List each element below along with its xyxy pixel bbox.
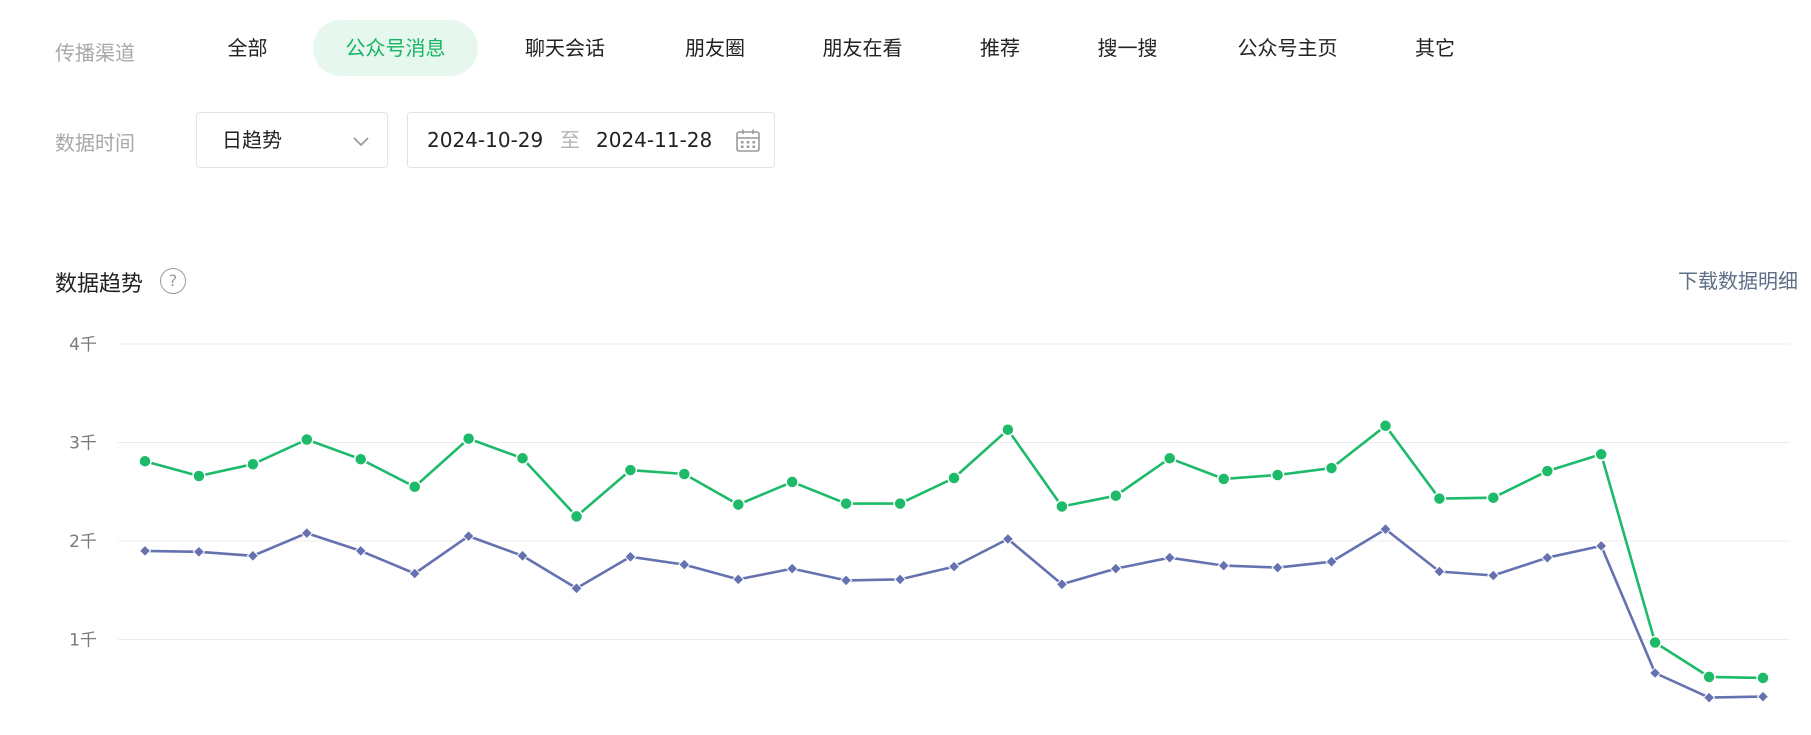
help-icon[interactable]: ? bbox=[160, 268, 186, 294]
y-tick-label: 3千 bbox=[69, 434, 97, 454]
granularity-value: 日趋势 bbox=[222, 128, 282, 152]
series-line-1 bbox=[144, 527, 1764, 699]
data-point-s1-28[interactable] bbox=[1648, 666, 1662, 680]
data-point-s1-18[interactable] bbox=[1109, 562, 1123, 575]
series-line-0 bbox=[144, 424, 1764, 680]
data-point-s0-2[interactable] bbox=[246, 457, 260, 471]
y-tick-label: 2千 bbox=[69, 532, 97, 552]
data-point-s0-12[interactable] bbox=[785, 475, 799, 489]
data-point-s1-21[interactable] bbox=[1271, 561, 1284, 574]
data-point-s0-30[interactable] bbox=[1756, 671, 1770, 685]
tab-recommend[interactable]: 推荐 bbox=[960, 20, 1040, 76]
data-point-s0-20[interactable] bbox=[1216, 472, 1231, 486]
tab-chat[interactable]: 聊天会话 bbox=[505, 20, 625, 76]
data-point-s0-4[interactable] bbox=[353, 452, 368, 466]
y-tick-label: 1千 bbox=[69, 631, 97, 651]
tab-other[interactable]: 其它 bbox=[1395, 20, 1475, 76]
data-point-s1-12[interactable] bbox=[785, 562, 799, 575]
data-point-s1-13[interactable] bbox=[839, 574, 853, 587]
section-title: 数据趋势 bbox=[55, 272, 144, 297]
granularity-select[interactable]: 日趋势 bbox=[196, 112, 388, 168]
data-point-s0-6[interactable] bbox=[461, 431, 476, 446]
data-point-s0-14[interactable] bbox=[893, 496, 907, 511]
data-point-s1-19[interactable] bbox=[1163, 551, 1176, 564]
data-point-s1-30[interactable] bbox=[1756, 690, 1770, 703]
data-point-s0-10[interactable] bbox=[677, 467, 692, 481]
data-point-s1-3[interactable] bbox=[300, 526, 314, 540]
data-point-s1-27[interactable] bbox=[1594, 539, 1608, 553]
chart-y-ticks: 1千 2千 3千 4千 bbox=[69, 335, 97, 651]
data-point-s0-9[interactable] bbox=[623, 463, 638, 477]
calendar-icon bbox=[736, 129, 760, 152]
data-point-s0-8[interactable] bbox=[569, 509, 584, 524]
data-point-s0-17[interactable] bbox=[1055, 499, 1069, 514]
data-point-s1-22[interactable] bbox=[1325, 555, 1338, 568]
data-point-s1-15[interactable] bbox=[947, 560, 961, 573]
data-point-s0-21[interactable] bbox=[1270, 468, 1285, 482]
data-point-s1-29[interactable] bbox=[1702, 691, 1716, 704]
date-end[interactable]: 2024-11-28 bbox=[596, 113, 712, 167]
data-point-s1-10[interactable] bbox=[678, 558, 691, 571]
data-point-s1-2[interactable] bbox=[246, 549, 260, 563]
data-point-s1-26[interactable] bbox=[1541, 551, 1554, 564]
date-start[interactable]: 2024-10-29 bbox=[427, 113, 543, 167]
data-point-s0-28[interactable] bbox=[1648, 635, 1662, 650]
data-point-s1-7[interactable] bbox=[516, 549, 529, 563]
tab-moments[interactable]: 朋友圈 bbox=[660, 20, 770, 76]
trend-chart: 1千 2千 3千 4千 bbox=[69, 335, 1790, 704]
data-point-s0-3[interactable] bbox=[300, 432, 314, 447]
data-point-s1-8[interactable] bbox=[570, 582, 583, 595]
data-point-s0-5[interactable] bbox=[407, 480, 422, 494]
data-point-s0-1[interactable] bbox=[192, 469, 206, 483]
chevron-down-icon bbox=[353, 137, 369, 147]
data-point-s0-27[interactable] bbox=[1594, 447, 1608, 462]
data-point-s1-4[interactable] bbox=[354, 544, 367, 558]
channel-tabs: 全部 公众号消息 聊天会话 朋友圈 朋友在看 推荐 搜一搜 公众号主页 其它 bbox=[0, 20, 1500, 76]
tab-official-message[interactable]: 公众号消息 bbox=[313, 20, 478, 76]
y-tick-label: 4千 bbox=[69, 335, 97, 355]
data-point-s0-19[interactable] bbox=[1162, 451, 1177, 466]
date-separator: 至 bbox=[560, 128, 580, 152]
series-1 bbox=[138, 522, 1770, 704]
data-point-s0-13[interactable] bbox=[839, 496, 853, 511]
data-point-s0-0[interactable] bbox=[138, 454, 152, 468]
data-point-s0-15[interactable] bbox=[947, 471, 961, 485]
tab-search[interactable]: 搜一搜 bbox=[1075, 20, 1180, 76]
data-point-s0-16[interactable] bbox=[1001, 422, 1015, 437]
data-point-s0-18[interactable] bbox=[1109, 488, 1123, 503]
data-point-s1-9[interactable] bbox=[624, 550, 637, 564]
data-point-s0-24[interactable] bbox=[1432, 491, 1447, 506]
date-range-picker[interactable]: 2024-10-29 至 2024-11-28 bbox=[407, 112, 775, 168]
download-details-link[interactable]: 下载数据明细 bbox=[1678, 265, 1798, 294]
data-point-s0-22[interactable] bbox=[1324, 461, 1339, 475]
data-point-s1-1[interactable] bbox=[192, 545, 206, 559]
chart-series bbox=[138, 419, 1770, 704]
data-point-s0-26[interactable] bbox=[1540, 464, 1555, 478]
data-point-s1-20[interactable] bbox=[1217, 559, 1230, 572]
data-point-s0-29[interactable] bbox=[1702, 670, 1716, 684]
time-label: 数据时间 bbox=[55, 131, 135, 155]
data-point-s0-7[interactable] bbox=[515, 451, 530, 466]
data-point-s0-23[interactable] bbox=[1378, 419, 1393, 433]
tab-all[interactable]: 全部 bbox=[200, 20, 295, 76]
tab-official-homepage[interactable]: 公众号主页 bbox=[1220, 20, 1355, 76]
data-point-s0-25[interactable] bbox=[1486, 490, 1501, 505]
data-point-s0-11[interactable] bbox=[731, 497, 746, 512]
series-0 bbox=[138, 419, 1770, 685]
chart-gridlines bbox=[118, 343, 1790, 640]
tab-friends-viewing[interactable]: 朋友在看 bbox=[800, 20, 925, 76]
data-point-s1-11[interactable] bbox=[732, 573, 745, 586]
data-point-s1-14[interactable] bbox=[893, 573, 907, 586]
data-point-s1-0[interactable] bbox=[138, 544, 152, 558]
data-point-s1-25[interactable] bbox=[1487, 569, 1500, 582]
